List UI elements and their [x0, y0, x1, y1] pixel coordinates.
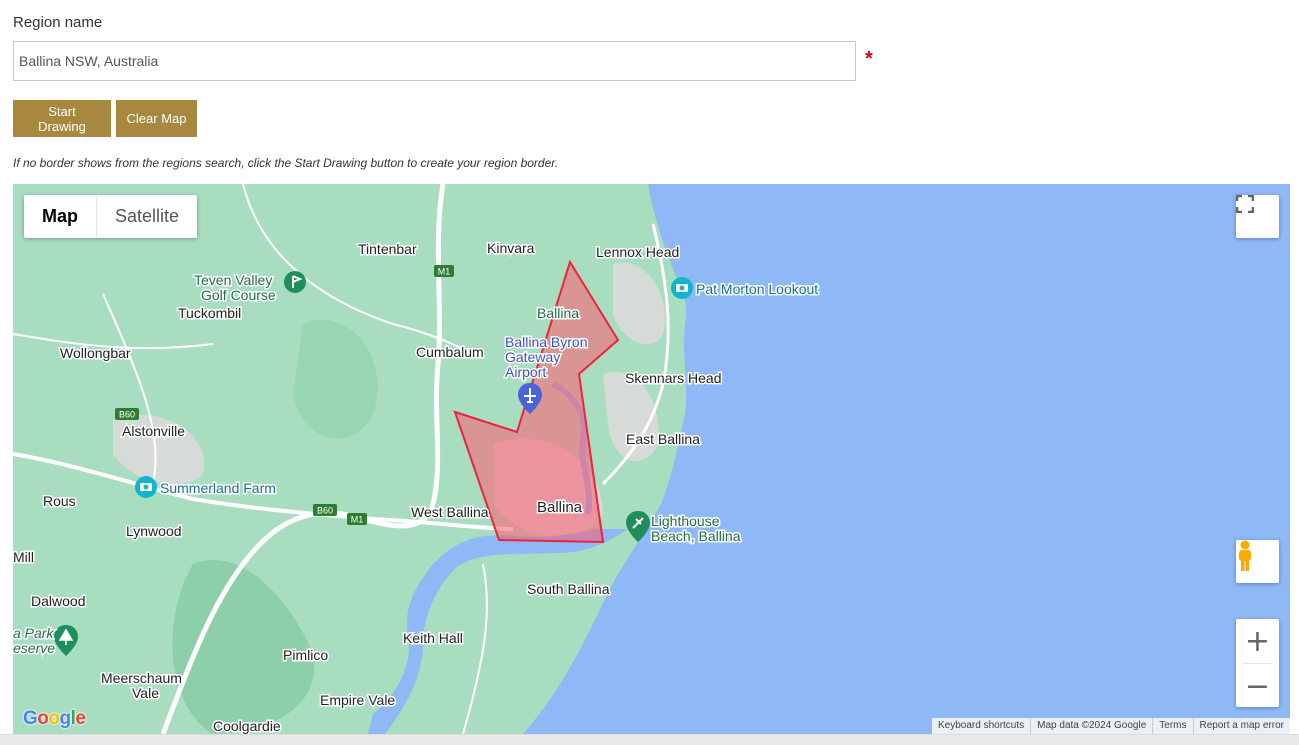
place-label: Kinvara: [487, 240, 535, 256]
golf-poi-icon: [284, 271, 306, 293]
zoom-control: + −: [1236, 619, 1279, 707]
poi-label: Airport: [505, 364, 546, 380]
place-label: Coolgardie: [213, 718, 281, 734]
poi-label: Lighthouse: [651, 513, 720, 529]
place-label: South Ballina: [527, 581, 610, 597]
place-label: Tuckombil: [178, 305, 241, 321]
clear-map-button[interactable]: Clear Map: [116, 100, 197, 137]
place-label: East Ballina: [626, 431, 700, 447]
poi-label: a Park: [13, 625, 54, 641]
svg-text:M1: M1: [438, 267, 451, 277]
place-label: Empire Vale: [320, 692, 395, 708]
place-label: Skennars Head: [625, 370, 722, 386]
place-label: Lennox Head: [596, 244, 679, 260]
place-label: Ballina: [537, 305, 579, 321]
place-label: Dalwood: [31, 593, 85, 609]
fullscreen-button[interactable]: [1236, 195, 1279, 238]
poi-label: Pat Morton Lookout: [696, 281, 818, 297]
place-label: Ballina: [537, 499, 583, 516]
start-drawing-button[interactable]: Start Drawing: [13, 100, 111, 137]
road-shield-b60: B60: [115, 408, 139, 420]
map-container[interactable]: M1 B60 B60 M1 Tintenbar Kinvara Lennox H…: [13, 184, 1290, 734]
place-label: Mill: [13, 549, 34, 565]
page-bottom-edge: [0, 734, 1299, 745]
road-shield-m1: M1: [347, 513, 367, 525]
region-name-label: Region name: [13, 14, 103, 31]
place-label: West Ballina: [411, 504, 489, 520]
map-type-satellite-button[interactable]: Satellite: [96, 195, 197, 238]
place-label: Cumbalum: [416, 344, 484, 360]
poi-label: Summerland Farm: [160, 480, 276, 496]
poi-label: Ballina Byron: [505, 334, 588, 350]
poi-label: Gateway: [505, 349, 560, 365]
svg-text:B60: B60: [119, 410, 135, 420]
poi-label: Golf Course: [201, 287, 276, 303]
street-view-pegman-button[interactable]: [1236, 540, 1279, 583]
poi-label: Teven Valley: [194, 272, 272, 288]
poi-label: Beach, Ballina: [651, 528, 741, 544]
road-shield-b60: B60: [313, 504, 337, 516]
fullscreen-icon: [1236, 195, 1254, 213]
place-label: Alstonville: [122, 423, 185, 439]
place-label: Meerschaum: [101, 670, 182, 686]
place-label: Lynwood: [126, 523, 182, 539]
place-label: Keith Hall: [403, 630, 463, 646]
map-type-control: Map Satellite: [24, 195, 198, 238]
place-label: Pimlico: [283, 647, 328, 663]
zoom-in-button[interactable]: +: [1236, 619, 1279, 663]
svg-text:M1: M1: [351, 515, 364, 525]
place-label: Vale: [132, 685, 159, 701]
required-mark: *: [865, 48, 873, 70]
map-attribution: Keyboard shortcuts Map data ©2024 Google…: [931, 718, 1290, 734]
map-data-text: Map data ©2024 Google: [1030, 718, 1152, 734]
map-canvas[interactable]: M1 B60 B60 M1 Tintenbar Kinvara Lennox H…: [13, 184, 1290, 734]
place-label: Tintenbar: [358, 241, 417, 257]
place-label: Wollongbar: [60, 345, 131, 361]
camera-poi-icon: [671, 277, 693, 299]
road-shield-m1: M1: [434, 265, 454, 277]
poi-label: eserve: [13, 640, 55, 656]
drawing-hint: If no border shows from the regions sear…: [13, 156, 559, 170]
svg-text:B60: B60: [317, 506, 333, 516]
report-map-error-link[interactable]: Report a map error: [1192, 718, 1290, 734]
region-name-input[interactable]: [13, 41, 856, 81]
zoom-out-button[interactable]: −: [1236, 664, 1279, 708]
pegman-icon: [1239, 540, 1251, 571]
keyboard-shortcuts-link[interactable]: Keyboard shortcuts: [932, 718, 1030, 734]
camera-poi-icon: [135, 476, 157, 498]
google-logo[interactable]: Google: [23, 708, 86, 730]
place-label: Rous: [43, 493, 76, 509]
map-type-map-button[interactable]: Map: [24, 195, 96, 238]
terms-link[interactable]: Terms: [1152, 718, 1192, 734]
